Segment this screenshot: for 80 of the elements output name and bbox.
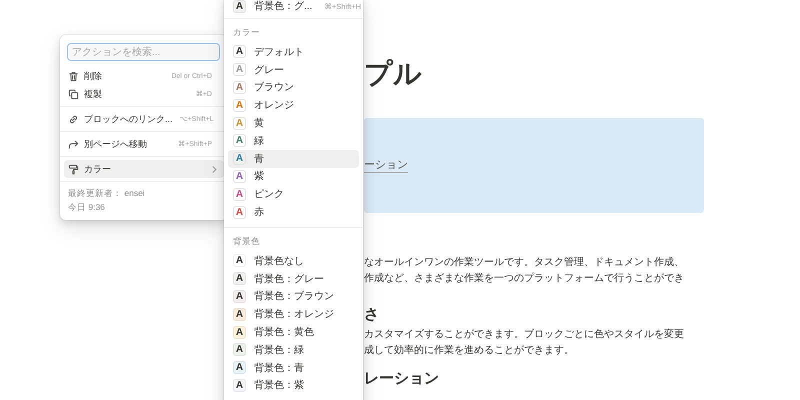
page-title: プル [364,57,423,91]
color-swatch-icon: A [233,378,246,392]
copy-icon [68,88,79,100]
footer-text: 今日 9:36 [67,201,106,214]
footer-text: 最終更新者： ensei [67,187,146,200]
menu-item-label: 削除 [84,70,102,82]
menu-item-label: ピンク [254,188,284,202]
menu-item-label: オレンジ [254,99,294,112]
menu-item-label: 背景色：ブラウン [254,290,334,304]
color-swatch-icon: A [233,45,246,58]
menu-item-label: 赤 [254,206,264,220]
menu-item-label: 背景色：黄色 [254,326,314,340]
menu-item-label: 紫 [254,170,264,184]
trash-icon [68,70,79,82]
paragraph-text: カスタマイズすることができます。ブロックごとに色やスタイルを変更 [364,328,684,342]
menu-item[interactable]: A ブラウン [228,78,359,96]
section-label: 背景色 [232,234,261,248]
menu-item[interactable]: A オレンジ [228,96,359,114]
menu-item[interactable]: A ピンク [228,185,359,204]
menu-item-label: デフォルト [254,46,304,59]
color-swatch-icon: A [233,134,246,148]
menu-item-label: 背景色：グレー [254,272,324,286]
color-swatch-icon: A [233,152,246,166]
menu-item-label: カラー [84,162,111,176]
menu-item[interactable]: A 背景色：オレンジ [228,305,359,324]
menu-item[interactable]: A グレー [228,60,359,79]
color-swatch-icon: A [233,98,246,112]
menu-item[interactable]: A 紫 [228,168,359,186]
color-swatch-icon: A [233,308,246,321]
menu-item[interactable]: A 背景色：ブラウン [228,288,359,306]
menu-item-label: 背景色なし [254,254,304,268]
color-swatch-icon: A [233,254,246,268]
paint-roller-icon [68,164,79,174]
menu-item-label: 黄 [254,116,264,130]
color-swatch-icon: A [233,116,246,130]
menu-item[interactable]: A 赤 [228,203,359,221]
section-label: カラー [232,26,261,39]
menu-item-label: 緑 [254,134,264,148]
color-swatch-icon: A [233,361,246,374]
section-heading: レーション [364,369,440,389]
color-swatch-icon: A [233,206,246,219]
paragraph-text: 作成など、さまざまな作業を一つのプラットフォームで行うことができ [364,272,684,286]
color-swatch-icon: A [233,0,246,12]
color-swatch-icon: A [233,343,246,356]
menu-item-label: ブラウン [254,80,294,94]
menu-item[interactable]: A 緑 [228,132,359,150]
menu-item[interactable]: カラー [64,160,224,178]
menu-item[interactable]: A 背景色なし [228,252,359,270]
menu-item[interactable]: A デフォルト [228,43,359,61]
menu-item[interactable]: A 背景色：黄色 [228,323,359,341]
menu-item-label: グレー [254,64,284,77]
color-swatch-icon: A [233,290,246,303]
menu-item-label: 背景色：青 [254,362,304,375]
color-swatch-icon: A [233,272,246,286]
paragraph-text: なオールインワンの作業ツールです。タスク管理、ドキュメント作成、 [364,256,684,270]
search-field[interactable]: アクションを検索... [67,43,220,61]
color-swatch-icon: A [233,80,246,94]
menu-item-label: ブロックへのリンク... [84,112,173,126]
menu-item-label: 背景色：グ... [254,0,312,13]
menu-item[interactable]: A 背景色：緑 [228,340,359,359]
menu-item[interactable]: A 背景色：グレー [228,270,359,288]
color-swatch-icon: A [233,63,246,76]
menu-item[interactable]: A 黄 [228,114,359,132]
menu-item-label: 複製 [84,88,102,100]
paragraph-text: 成して効率的に作業を進めることができます。 [364,344,574,358]
menu-item-label: 背景色：オレンジ [254,308,334,322]
link-icon [68,114,79,124]
color-swatch-icon: A [233,188,246,201]
menu-item[interactable]: A 青 [228,150,359,168]
section-heading: さ [364,305,380,325]
menu-item-label: 背景色：紫 [254,378,304,392]
link[interactable]: ーション [364,158,408,173]
color-swatch-icon: A [233,170,246,183]
menu-item-label: 背景色：緑 [254,344,304,357]
menu-item[interactable]: A 背景色：青 [228,358,359,377]
menu-item-label: 青 [254,152,264,166]
menu-item-label: 別ページへ移動 [84,138,147,150]
color-swatch-icon: A [233,326,246,339]
menu-item[interactable]: A 背景色：紫 [228,376,359,394]
arrow-icon [68,138,79,150]
